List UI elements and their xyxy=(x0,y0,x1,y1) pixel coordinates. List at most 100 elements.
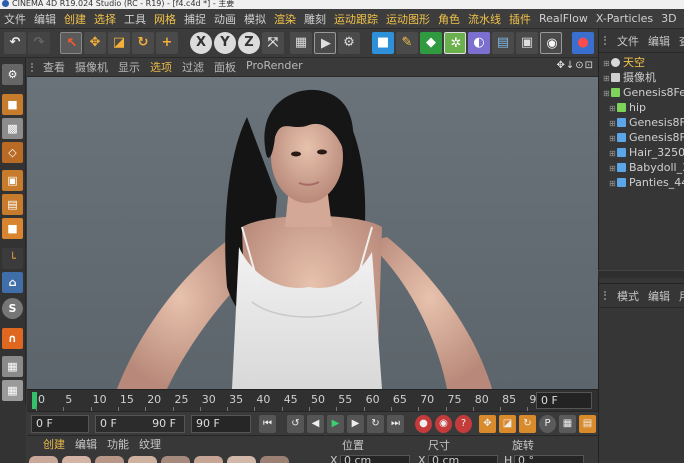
edges-mode-button[interactable]: ▤ xyxy=(2,194,23,215)
render-view-button[interactable]: ▦ xyxy=(290,32,312,54)
model-mode-button[interactable]: ■ xyxy=(2,94,23,115)
camera-button[interactable]: ▣ xyxy=(516,32,538,54)
object-tree-item[interactable]: ⊞ Genesis8Female xyxy=(599,130,684,145)
material-swatch[interactable] xyxy=(194,456,223,463)
x-axis-button[interactable]: X xyxy=(190,32,212,54)
panel-splitter[interactable] xyxy=(598,270,684,278)
current-frame-field[interactable]: 0 F xyxy=(536,392,592,409)
rotation-key-button[interactable]: ↻ xyxy=(519,415,536,433)
menu-item[interactable]: 选择 xyxy=(94,11,116,27)
object-tree-item[interactable]: ⊞ hip xyxy=(599,100,684,115)
snap-button[interactable]: S xyxy=(2,298,23,319)
expand-toggle-icon[interactable]: ⊞ xyxy=(609,161,616,175)
cube-primitive-button[interactable]: ■ xyxy=(372,32,394,54)
axis-mode-button[interactable]: └ xyxy=(2,248,23,269)
material-swatch[interactable] xyxy=(62,456,91,463)
menu-item[interactable]: 运动图形 xyxy=(386,11,430,27)
expand-toggle-icon[interactable]: ⊞ xyxy=(609,116,616,130)
3d-viewport[interactable] xyxy=(27,77,598,389)
object-manager-tab[interactable]: 文件 xyxy=(617,33,639,49)
material-swatch[interactable] xyxy=(95,456,124,463)
menu-item[interactable]: 文件 xyxy=(4,11,26,27)
pen-spline-button[interactable]: ✎ xyxy=(396,32,418,54)
menu-item[interactable]: 动画 xyxy=(214,11,236,27)
menu-item[interactable]: 捕捉 xyxy=(184,11,206,27)
light-button[interactable]: ◉ xyxy=(540,32,562,54)
viewport-menu-item[interactable]: ProRender xyxy=(246,59,303,75)
point-level-animation-button[interactable]: ▦ xyxy=(559,415,576,433)
object-manager-tab[interactable]: 编辑 xyxy=(648,33,670,49)
material-tab[interactable]: 功能 xyxy=(107,436,129,452)
previous-key-button[interactable]: ↺ xyxy=(287,415,304,433)
menu-item[interactable]: RealFlow xyxy=(539,12,588,25)
preview-range-slider[interactable]: 0 F 90 F xyxy=(95,415,185,433)
render-settings-button[interactable]: ⚙ xyxy=(338,32,360,54)
rotate-tool-button[interactable]: ↻ xyxy=(132,32,154,54)
workplane-grid-button[interactable]: ▦ xyxy=(2,380,23,401)
material-swatch[interactable] xyxy=(260,456,289,463)
z-axis-button[interactable]: Z xyxy=(238,32,260,54)
menu-item[interactable]: 编辑 xyxy=(34,11,56,27)
expand-toggle-icon[interactable]: ⊞ xyxy=(609,176,616,190)
viewport-nav-icons[interactable]: ✥↓⊙⊡ xyxy=(556,60,594,71)
python-button[interactable]: ● xyxy=(572,32,594,54)
attribute-manager-tab[interactable]: 用 xyxy=(679,288,684,304)
menu-item[interactable]: 模拟 xyxy=(244,11,266,27)
parameter-key-button[interactable]: P xyxy=(539,415,556,433)
menu-item[interactable]: 流水线 xyxy=(468,11,501,27)
viewport-menu-item[interactable]: 显示 xyxy=(118,59,140,75)
go-to-end-button[interactable]: ⏭ xyxy=(387,415,404,433)
texture-mode-button[interactable]: ▩ xyxy=(2,118,23,139)
array-button[interactable]: ✲ xyxy=(444,32,466,54)
scale-key-button[interactable]: ◪ xyxy=(499,415,516,433)
object-tree-item[interactable]: ⊞ 摄像机 xyxy=(599,70,684,85)
recent-tool-button[interactable]: + xyxy=(156,32,178,54)
autokey-button[interactable]: ◉ xyxy=(435,415,452,433)
object-tree-item[interactable]: ⊞ Genesis8Female xyxy=(599,115,684,130)
material-tab[interactable]: 创建 xyxy=(43,436,65,452)
next-key-button[interactable]: ↻ xyxy=(367,415,384,433)
make-editable-button[interactable]: ⚙ xyxy=(2,64,23,85)
menu-item[interactable]: 角色 xyxy=(438,11,460,27)
position-key-button[interactable]: ✥ xyxy=(479,415,496,433)
expand-toggle-icon[interactable]: ⊞ xyxy=(609,131,616,145)
tweak-mode-button[interactable]: ⌂ xyxy=(2,272,23,293)
live-selection-button[interactable]: ↖ xyxy=(60,32,82,54)
render-to-picture-viewer-button[interactable]: ▶ xyxy=(314,32,336,54)
menu-item[interactable]: 工具 xyxy=(124,11,146,27)
material-swatch[interactable] xyxy=(29,456,58,463)
end-frame-field[interactable]: 90 F xyxy=(191,415,251,433)
magnet-button[interactable]: ∩ xyxy=(2,328,23,349)
material-swatch[interactable] xyxy=(161,456,190,463)
material-swatch[interactable] xyxy=(227,456,256,463)
keyframe-selection-button[interactable]: ? xyxy=(455,415,472,433)
viewport-menu-item[interactable]: 摄像机 xyxy=(75,59,108,75)
viewport-menu-item[interactable]: 过滤 xyxy=(182,59,204,75)
menu-item[interactable]: 创建 xyxy=(64,11,86,27)
object-manager-tab[interactable]: 查 xyxy=(679,33,684,49)
undo-button[interactable]: ↶ xyxy=(4,32,26,54)
previous-frame-button[interactable]: ◀ xyxy=(307,415,324,433)
menu-item[interactable]: 插件 xyxy=(509,11,531,27)
object-tree-item[interactable]: ⊞ Panties_44 xyxy=(599,175,684,190)
attribute-manager-tab[interactable]: 编辑 xyxy=(648,288,670,304)
material-tab[interactable]: 纹理 xyxy=(139,436,161,452)
expand-toggle-icon[interactable]: ⊞ xyxy=(603,86,610,100)
viewport-menu-item[interactable]: 面板 xyxy=(214,59,236,75)
menu-item[interactable]: 渲染 xyxy=(274,11,296,27)
object-tree-item[interactable]: ⊞ Hair_32501 xyxy=(599,145,684,160)
material-swatch[interactable] xyxy=(128,456,157,463)
menu-item[interactable]: 雕刻 xyxy=(304,11,326,27)
next-frame-button[interactable]: ▶ xyxy=(347,415,364,433)
start-frame-field[interactable]: 0 F xyxy=(31,415,89,433)
timeline-window-button[interactable]: ▤ xyxy=(579,415,596,433)
deformer-button[interactable]: ◐ xyxy=(468,32,490,54)
menu-item[interactable]: 运动跟踪 xyxy=(334,11,378,27)
go-to-start-button[interactable]: ⏮ xyxy=(259,415,276,433)
menu-item[interactable]: 3D xyxy=(661,12,676,25)
redo-button[interactable]: ↷ xyxy=(28,32,50,54)
play-button[interactable]: ▶ xyxy=(327,415,344,433)
object-tree-item[interactable]: ⊞ Genesis8Female xyxy=(599,85,684,100)
object-tree-item[interactable]: ⊞ Babydoll_3 xyxy=(599,160,684,175)
attribute-manager-tab[interactable]: 模式 xyxy=(617,288,639,304)
